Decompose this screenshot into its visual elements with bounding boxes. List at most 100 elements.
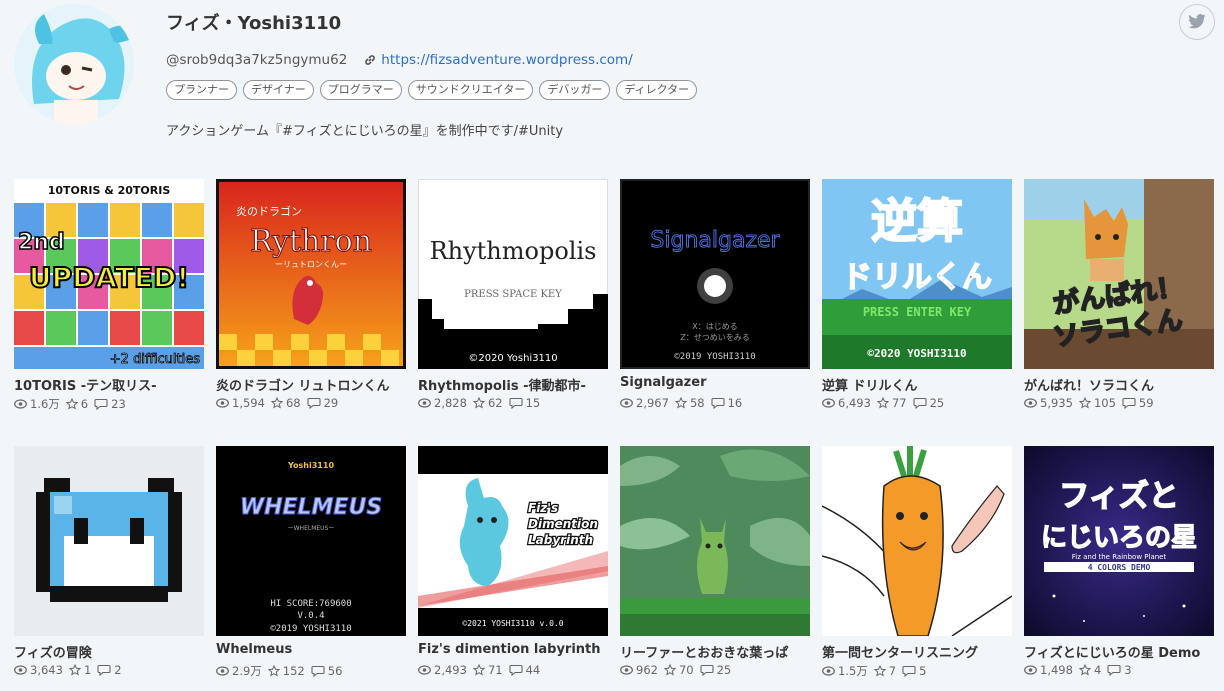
game-thumbnail[interactable]: 逆算 ドリルくん PRESS ENTER KEY ©2020 YOSHI3110 xyxy=(822,179,1012,369)
game-thumbnail[interactable]: Signalgazer X：はじめる Z：せつめいをみる ©2019 YOSHI… xyxy=(620,179,810,369)
game-card[interactable]: Rhythmopolis PRESS SPACE KEY ©2020 Yoshi… xyxy=(418,179,608,410)
comment-count: 3 xyxy=(1124,663,1132,677)
view-count: 6,493 xyxy=(838,396,871,410)
comment-count: 56 xyxy=(327,664,343,678)
game-card[interactable]: 炎のドラゴン Rythron ーリュトロンくんー 炎のドラゴン リュトロンくん … xyxy=(216,179,406,410)
game-title[interactable]: Rhythmopolis -律動都市- xyxy=(418,375,608,393)
comment-count: 5 xyxy=(919,664,927,678)
game-thumbnail[interactable] xyxy=(822,446,1012,636)
thumb-text: ドリルくん xyxy=(842,260,992,295)
view-count: 962 xyxy=(636,663,658,677)
eye-icon xyxy=(620,665,633,675)
game-thumbnail[interactable]: 炎のドラゴン Rythron ーリュトロンくんー xyxy=(216,179,406,369)
star-count: 71 xyxy=(487,663,503,677)
view-count: 1.6万 xyxy=(30,397,60,411)
comment-icon xyxy=(509,397,523,409)
profile-avatar xyxy=(14,4,134,124)
game-title[interactable]: フィズとにじいろの星 Demo xyxy=(1024,642,1214,660)
profile-name: フィズ・Yoshi3110 xyxy=(166,13,342,34)
game-stats: 1.5万 7 5 xyxy=(822,663,1012,679)
tag-programmer[interactable]: プログラマー xyxy=(319,80,402,100)
star-count: 62 xyxy=(487,396,503,410)
game-title[interactable]: フィズの冒険 xyxy=(14,642,204,660)
view-count: 1,594 xyxy=(232,396,265,410)
star-icon xyxy=(267,665,280,677)
thumb-text: Fiz and the Rainbow Planet xyxy=(1072,553,1167,561)
profile-website-link[interactable]: https://fizsadventure.wordpress.com/ xyxy=(381,52,632,68)
game-thumbnail[interactable]: Fiz's Dimention Labyrinth ©2021 YOSHI311… xyxy=(418,446,608,636)
game-title[interactable]: Signalgazer xyxy=(620,375,810,393)
thumb-text: +2 difficulties xyxy=(110,352,200,367)
tag-sound-creator[interactable]: サウンドクリエイター xyxy=(407,80,534,100)
thumb-text: にじいろの星 xyxy=(1041,523,1197,553)
eye-icon xyxy=(418,398,431,408)
view-count: 5,935 xyxy=(1040,396,1073,410)
comment-icon xyxy=(700,664,714,676)
game-stats: 1,594 68 29 xyxy=(216,396,406,410)
comment-count: 29 xyxy=(323,396,339,410)
game-card[interactable]: Yoshi3110 WHELMEUS ーWHELMEUSー HI SCORE:7… xyxy=(216,446,406,679)
game-title[interactable]: がんばれ！ソラコくん xyxy=(1024,375,1214,393)
tag-debugger[interactable]: デバッガー xyxy=(539,80,611,100)
star-count: 7 xyxy=(888,664,897,678)
game-thumbnail[interactable]: フィズと にじいろの星 Fiz and the Rainbow Planet 4… xyxy=(1024,446,1214,636)
eye-icon xyxy=(822,398,835,408)
game-card[interactable]: 10TORIS & 20TORIS 2nd UPDATED! +2 diffic… xyxy=(14,179,204,412)
star-icon xyxy=(65,398,78,410)
eye-icon xyxy=(620,398,633,408)
game-card[interactable]: フィズの冒険 3,643 1 2 xyxy=(14,446,204,677)
game-thumbnail[interactable] xyxy=(14,446,204,636)
thumb-text: Labyrinth xyxy=(528,533,593,547)
thumb-text: WHELMEUS xyxy=(240,495,382,520)
game-stats: 5,935 105 59 xyxy=(1024,396,1214,410)
tag-designer[interactable]: デザイナー xyxy=(243,80,314,100)
star-icon xyxy=(876,397,889,409)
game-thumbnail[interactable]: Yoshi3110 WHELMEUS ーWHELMEUSー HI SCORE:7… xyxy=(216,446,406,636)
game-title[interactable]: 炎のドラゴン リュトロンくん xyxy=(216,375,406,393)
thumb-text: X：はじめる xyxy=(692,322,737,331)
game-title[interactable]: 10TORIS -テン取リス- xyxy=(14,375,204,393)
game-thumbnail[interactable]: 10TORIS & 20TORIS 2nd UPDATED! +2 diffic… xyxy=(14,179,204,369)
game-title[interactable]: 第一問センターリスニング xyxy=(822,642,1012,660)
twitter-link-button[interactable] xyxy=(1179,4,1215,40)
star-icon xyxy=(1078,664,1091,676)
star-icon xyxy=(270,397,283,409)
thumb-text: ©2021 YOSHI3110 v.0.0 xyxy=(462,619,563,628)
game-thumbnail[interactable]: がんばれ！ ソラコくん xyxy=(1024,179,1214,369)
thumb-text: ©2019 YOSHI3110 xyxy=(674,352,755,362)
view-count: 3,643 xyxy=(30,663,63,677)
star-icon xyxy=(873,665,886,677)
game-card[interactable]: がんばれ！ ソラコくん がんばれ！ソラコくん 5,935 105 59 xyxy=(1024,179,1214,410)
tag-director[interactable]: ディレクター xyxy=(616,80,698,100)
game-card[interactable]: リーファーとおおきな葉っぱ 962 70 25 xyxy=(620,446,810,677)
game-stats: 2,493 71 44 xyxy=(418,663,608,677)
game-stats: 1,498 4 3 xyxy=(1024,663,1214,677)
star-count: 70 xyxy=(678,663,694,677)
game-card[interactable]: フィズと にじいろの星 Fiz and the Rainbow Planet 4… xyxy=(1024,446,1214,677)
game-card[interactable]: 逆算 ドリルくん PRESS ENTER KEY ©2020 YOSHI3110… xyxy=(822,179,1012,410)
game-title[interactable]: リーファーとおおきな葉っぱ xyxy=(620,642,810,660)
view-count: 1,498 xyxy=(1040,663,1073,677)
game-card[interactable]: 第一問センターリスニング 1.5万 7 5 xyxy=(822,446,1012,679)
game-title[interactable]: Fiz's dimention labyrinth xyxy=(418,642,608,660)
thumb-text: ーリュトロンくんー xyxy=(275,260,347,269)
tag-planner[interactable]: プランナー xyxy=(166,80,237,100)
star-icon xyxy=(1078,397,1091,409)
eye-icon xyxy=(822,666,835,676)
game-stats: 962 70 25 xyxy=(620,663,810,677)
eye-icon xyxy=(1024,665,1037,675)
game-thumbnail[interactable]: Rhythmopolis PRESS SPACE KEY ©2020 Yoshi… xyxy=(418,179,608,369)
comment-count: 59 xyxy=(1138,396,1154,410)
thumb-text: Fiz's xyxy=(528,501,558,515)
comment-count: 44 xyxy=(525,663,541,677)
game-title[interactable]: 逆算 ドリルくん xyxy=(822,375,1012,393)
star-count: 4 xyxy=(1093,663,1102,677)
comment-icon xyxy=(1122,397,1136,409)
game-thumbnail[interactable] xyxy=(620,446,810,636)
comment-count: 15 xyxy=(525,396,541,410)
game-title[interactable]: Whelmeus xyxy=(216,642,406,660)
game-card[interactable]: Fiz's Dimention Labyrinth ©2021 YOSHI311… xyxy=(418,446,608,677)
thumb-text: HI SCORE:769600 xyxy=(270,599,351,609)
eye-icon xyxy=(14,665,27,675)
game-card[interactable]: Signalgazer X：はじめる Z：せつめいをみる ©2019 YOSHI… xyxy=(620,179,810,410)
